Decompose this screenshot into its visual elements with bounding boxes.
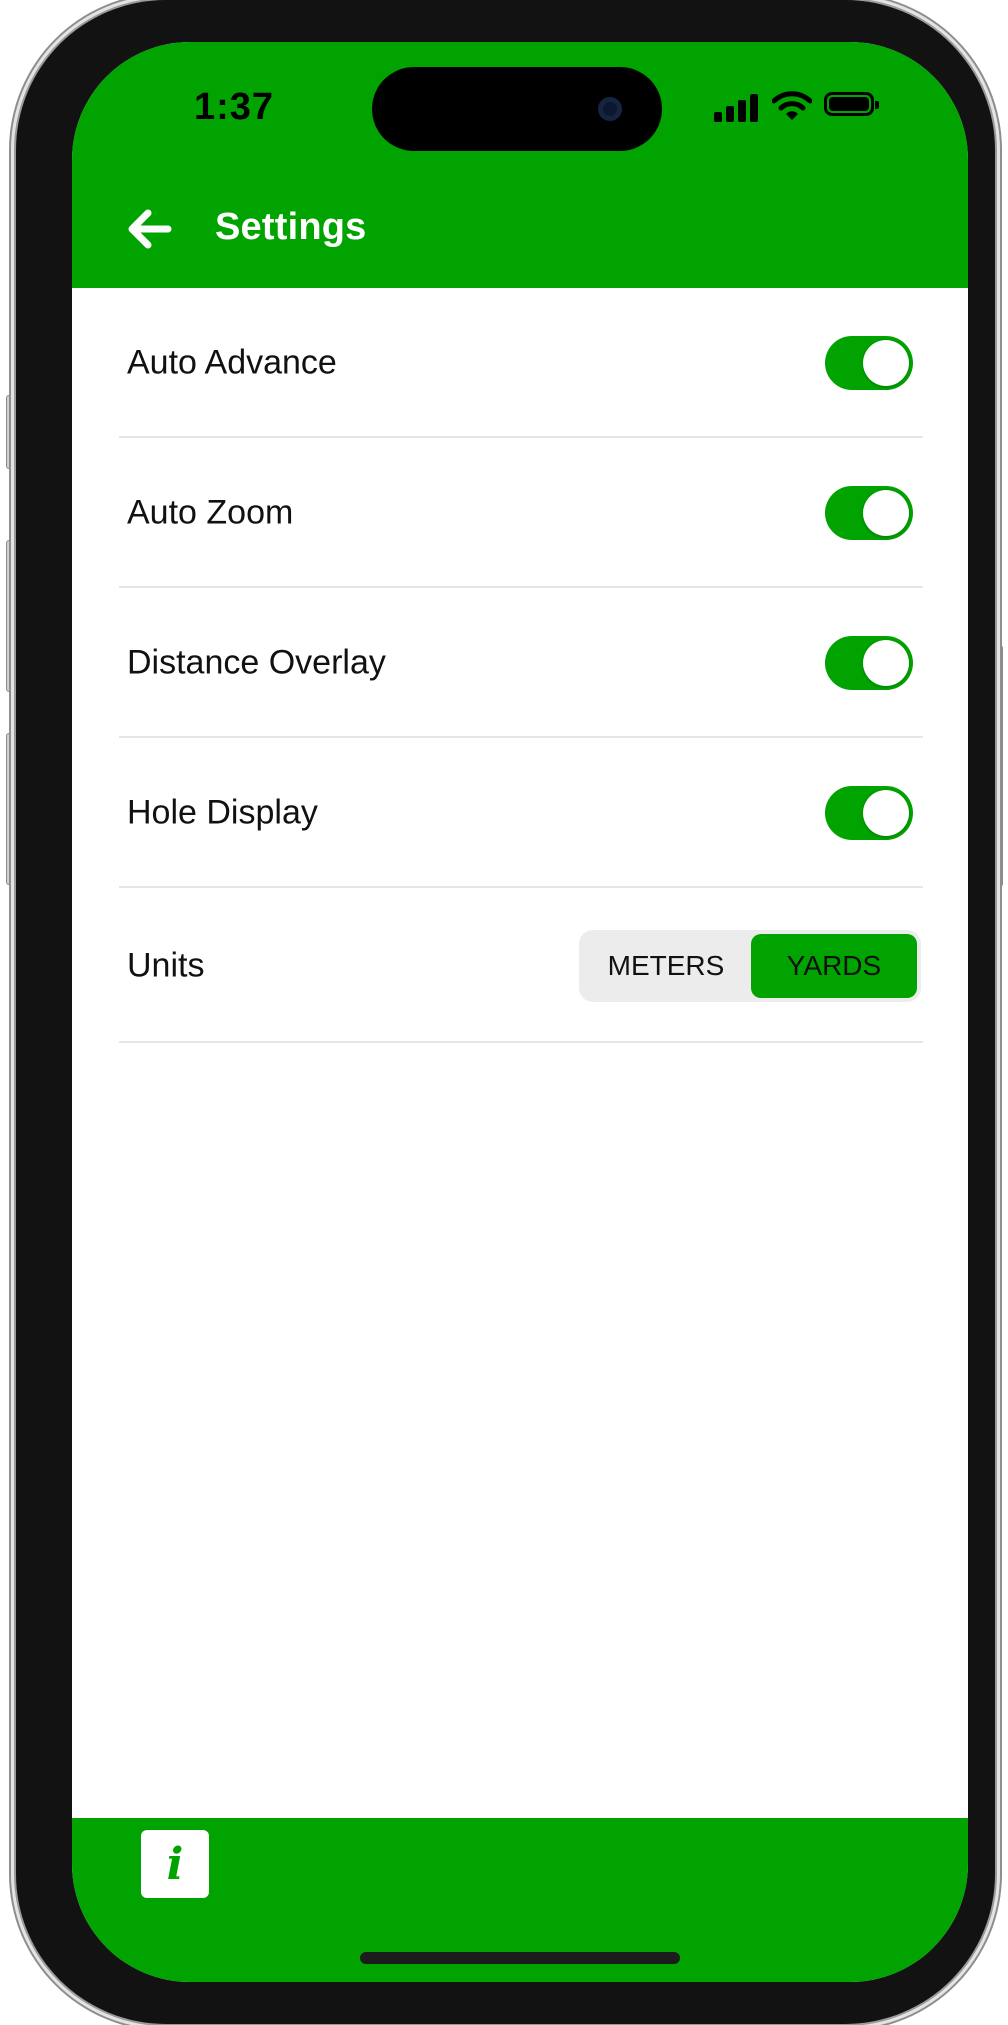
settings-list: Auto Advance Auto Zoom Distance Overlay … <box>72 288 968 1043</box>
battery-icon <box>824 92 879 116</box>
setting-row-auto-advance: Auto Advance <box>72 288 968 438</box>
bottom-bar: i <box>72 1818 968 1982</box>
toggle-knob <box>863 340 909 386</box>
setting-label: Auto Zoom <box>127 493 294 532</box>
arrow-left-icon <box>128 209 172 249</box>
cellular-signal-icon <box>714 90 760 122</box>
setting-row-distance-overlay: Distance Overlay <box>72 588 968 738</box>
info-icon: i <box>166 1838 184 1890</box>
app-header: 1:37 Settings <box>72 42 968 288</box>
back-button[interactable] <box>122 205 178 253</box>
auto-advance-toggle[interactable] <box>825 336 913 390</box>
setting-label: Auto Advance <box>127 343 337 382</box>
phone-frame: 1:37 Settings Auto Advance Auto Zoom Dis… <box>16 0 995 2024</box>
info-button[interactable]: i <box>141 1830 209 1898</box>
setting-row-hole-display: Hole Display <box>72 738 968 888</box>
action-button <box>6 395 16 469</box>
page-title: Settings <box>215 206 367 248</box>
toggle-knob <box>863 790 909 836</box>
setting-label: Distance Overlay <box>127 643 386 682</box>
units-option-yards[interactable]: YARDS <box>751 933 917 998</box>
status-time: 1:37 <box>194 86 275 128</box>
setting-label: Units <box>127 946 205 984</box>
wifi-icon <box>772 91 812 120</box>
setting-row-auto-zoom: Auto Zoom <box>72 438 968 588</box>
home-indicator <box>360 1952 680 1964</box>
setting-label: Hole Display <box>127 793 318 832</box>
front-camera-icon <box>598 97 622 121</box>
toggle-knob <box>863 490 909 536</box>
toggle-knob <box>863 640 909 686</box>
volume-up-button <box>6 540 16 692</box>
setting-row-units: Units METERS YARDS <box>72 888 968 1043</box>
units-segmented-control: METERS YARDS <box>579 929 921 1002</box>
hole-display-toggle[interactable] <box>825 786 913 840</box>
dynamic-island <box>372 67 662 151</box>
volume-down-button <box>6 733 16 885</box>
units-option-meters[interactable]: METERS <box>583 934 749 998</box>
auto-zoom-toggle[interactable] <box>825 486 913 540</box>
phone-screen: 1:37 Settings Auto Advance Auto Zoom Dis… <box>72 42 968 1982</box>
distance-overlay-toggle[interactable] <box>825 636 913 690</box>
